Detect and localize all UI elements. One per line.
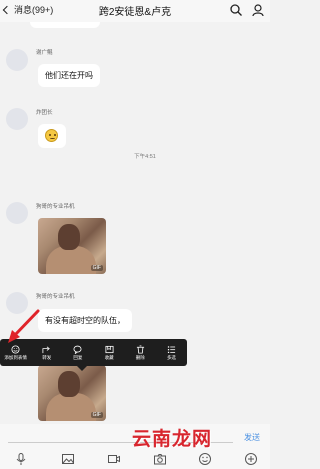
sticker-image[interactable]: GIF: [38, 218, 106, 274]
image-icon[interactable]: [61, 452, 75, 466]
favorite-icon: [105, 345, 114, 353]
menu-pointer: [77, 366, 87, 371]
menu-item-multi-select[interactable]: 多选: [156, 339, 187, 366]
menu-item-label: 删除: [135, 354, 145, 360]
video-icon[interactable]: [107, 452, 121, 466]
search-icon[interactable]: [229, 3, 243, 17]
add-sticker-icon: [11, 344, 20, 354]
menu-item-label: 多选: [166, 354, 176, 360]
avatar[interactable]: [6, 108, 28, 130]
menu-item-favorite[interactable]: 收藏: [94, 339, 125, 366]
sender-name: 谢广鲲: [36, 50, 53, 56]
menu-item-add-sticker[interactable]: 添加到表情: [0, 339, 31, 366]
menu-item-reply[interactable]: 回复: [62, 339, 93, 366]
menu-item-label: 添加到表情: [4, 354, 27, 360]
menu-item-label: 回复: [73, 354, 83, 360]
menu-item-forward[interactable]: 转发: [31, 339, 62, 366]
camera-icon[interactable]: [153, 452, 167, 466]
delete-icon: [136, 344, 144, 354]
menu-item-label: 转发: [42, 354, 52, 360]
group-members-icon[interactable]: [251, 3, 265, 17]
smiley-face-icon: [45, 129, 58, 142]
send-button[interactable]: 发送: [244, 432, 260, 443]
microphone-icon[interactable]: [14, 452, 28, 466]
gif-badge: GIF: [90, 265, 103, 271]
forward-icon: [42, 345, 51, 353]
sender-name: 狗哥的专业吊机: [36, 204, 75, 210]
input-toolbar: [0, 449, 270, 469]
multi-select-icon: [167, 345, 176, 353]
emoji-message[interactable]: [38, 124, 66, 148]
timestamp: 下午4:51: [134, 154, 156, 160]
avatar[interactable]: [6, 292, 28, 314]
menu-item-delete[interactable]: 删除: [125, 339, 156, 366]
message-bubble[interactable]: 有没有超时空的队伍，: [38, 309, 132, 332]
sticker-image[interactable]: GIF: [38, 365, 106, 421]
watermark-logo: 云南龙网: [132, 429, 213, 450]
sender-name: 炸团长: [36, 110, 53, 116]
menu-item-label: 收藏: [104, 354, 114, 360]
reply-icon: [73, 345, 82, 354]
message-context-menu: 添加到表情 转发 回复 收藏 删除 多选: [0, 339, 187, 366]
gif-badge: GIF: [90, 412, 103, 418]
chat-header: 消息(99+) 跨2安徒恩&卢克: [0, 0, 270, 22]
avatar[interactable]: [6, 49, 28, 71]
message-bubble-partial[interactable]: [30, 22, 100, 28]
emoji-icon[interactable]: [198, 452, 212, 466]
more-plus-icon[interactable]: [244, 452, 258, 466]
sender-name: 狗哥的专业吊机: [36, 294, 75, 300]
message-bubble[interactable]: 他们还在开吗: [38, 64, 100, 87]
avatar[interactable]: [6, 202, 28, 224]
